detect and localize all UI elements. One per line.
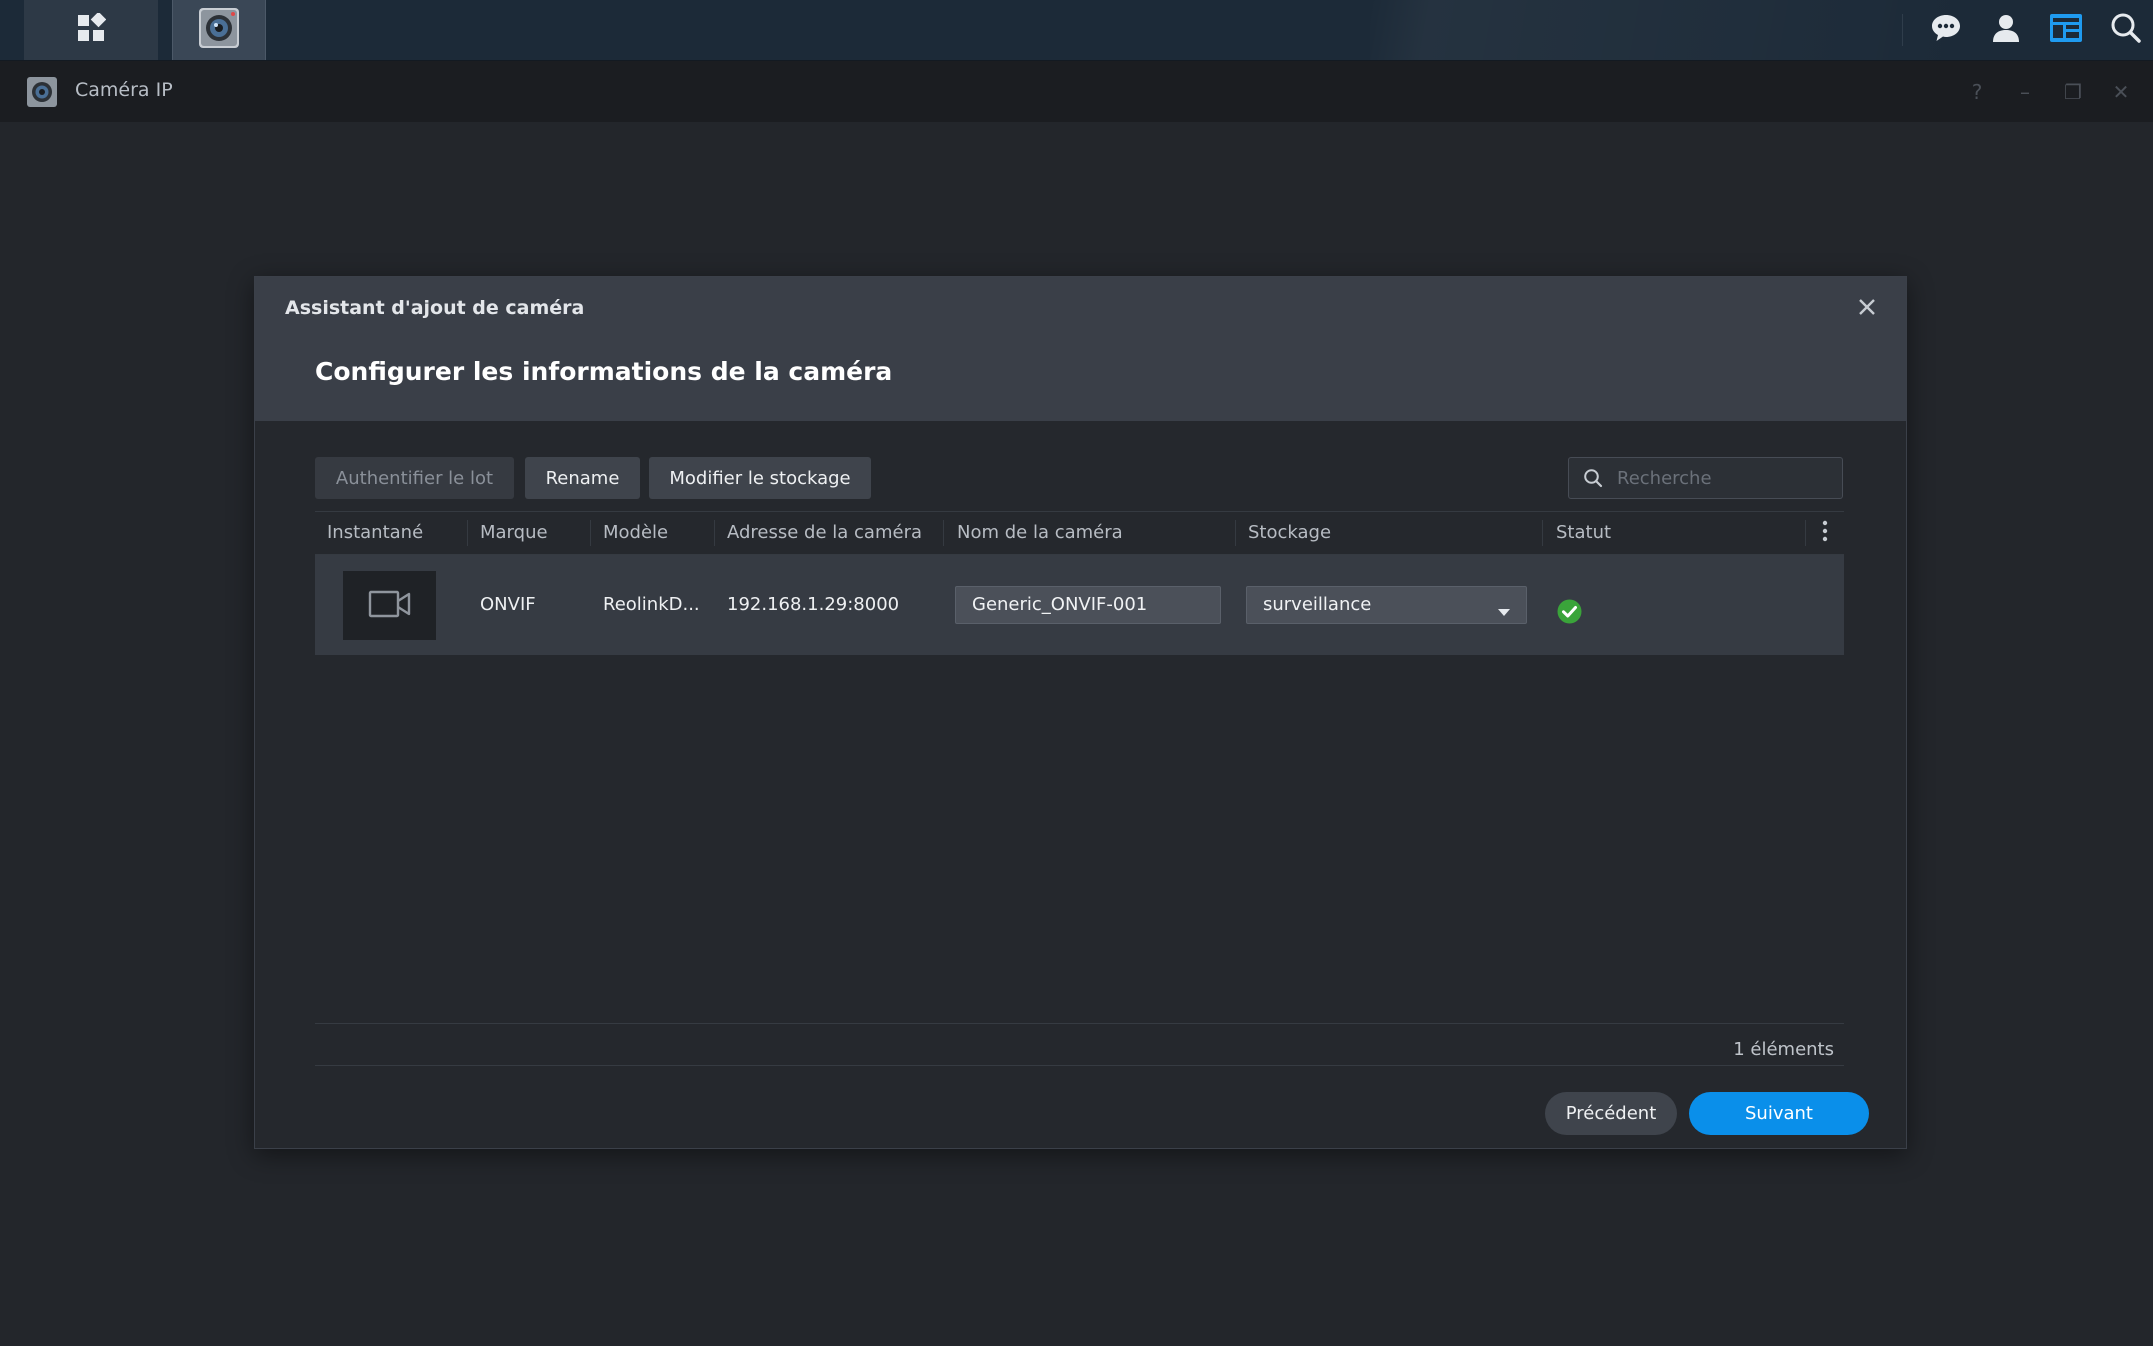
dialog-title: Assistant d'ajout de caméra	[285, 297, 585, 319]
storage-select-value: surveillance	[1263, 594, 1372, 615]
taskbar-sheen	[1370, 0, 1970, 60]
column-header-storage[interactable]: Stockage	[1236, 512, 1542, 554]
search-input[interactable]	[1617, 458, 1837, 498]
minimize-button[interactable]: –	[2012, 79, 2038, 105]
column-header-model[interactable]: Modèle	[591, 512, 714, 554]
camera-name-input[interactable]: Generic_ONVIF-001	[955, 586, 1221, 624]
next-button[interactable]: Suivant	[1689, 1092, 1869, 1135]
table-row[interactable]: ONVIF ReolinkD... 192.168.1.29:8000 Gene…	[315, 555, 1844, 655]
app-title-bar: Caméra IP ? – ❐ ✕	[0, 61, 2153, 122]
batch-authenticate-button[interactable]: Authentifier le lot	[315, 457, 514, 499]
add-camera-wizard-dialog: Assistant d'ajout de caméra Configurer l…	[254, 276, 1907, 1149]
video-camera-icon	[368, 588, 412, 624]
app-title: Caméra IP	[75, 79, 173, 101]
surveillance-app-button[interactable]	[172, 0, 266, 60]
widgets-button[interactable]	[2040, 0, 2092, 60]
help-button[interactable]: ?	[1964, 79, 1990, 105]
search-icon	[1583, 468, 1603, 492]
global-search-button[interactable]	[2100, 0, 2152, 60]
column-header-snapshot[interactable]: Instantané	[315, 512, 467, 554]
status-ok-icon	[1557, 599, 1582, 628]
divider	[315, 1065, 1844, 1066]
column-separator	[943, 520, 944, 546]
previous-button[interactable]: Précédent	[1545, 1092, 1677, 1135]
main-menu-button[interactable]	[24, 0, 158, 60]
cell-address: 192.168.1.29:8000	[727, 594, 900, 615]
column-header-brand[interactable]: Marque	[468, 512, 590, 554]
cell-model: ReolinkD...	[603, 594, 700, 615]
widgets-icon	[2049, 13, 2083, 47]
window-close-button[interactable]: ✕	[2108, 79, 2134, 105]
surveillance-camera-icon	[197, 6, 241, 54]
caret-down-icon	[1498, 602, 1510, 621]
step-title: Configurer les informations de la caméra	[315, 357, 893, 386]
dialog-close-button[interactable]	[1851, 293, 1883, 325]
search-icon	[2110, 12, 2142, 48]
notifications-button[interactable]	[1920, 0, 1972, 60]
column-options-button[interactable]	[1807, 512, 1843, 554]
cell-brand: ONVIF	[480, 594, 536, 615]
taskbar	[0, 0, 2153, 61]
camera-table: Instantané Marque Modèle Adresse de la c…	[315, 511, 1844, 655]
user-icon	[1991, 13, 2021, 47]
modify-storage-button[interactable]: Modifier le stockage	[649, 457, 871, 499]
taskbar-divider	[1902, 14, 1903, 46]
close-icon	[1858, 298, 1876, 320]
divider	[315, 1023, 1844, 1024]
user-button[interactable]	[1980, 0, 2032, 60]
restore-button[interactable]: ❐	[2060, 79, 2086, 105]
camera-snapshot	[343, 571, 436, 640]
search-box[interactable]	[1568, 457, 1843, 499]
dialog-header: Assistant d'ajout de caméra Configurer l…	[255, 277, 1906, 421]
table-header: Instantané Marque Modèle Adresse de la c…	[315, 511, 1844, 555]
column-separator	[1805, 520, 1806, 546]
apps-grid-icon	[76, 11, 107, 47]
kebab-menu-icon	[1822, 520, 1828, 546]
storage-select[interactable]: surveillance	[1246, 586, 1527, 624]
column-separator	[1542, 520, 1543, 546]
column-header-camera-name[interactable]: Nom de la caméra	[945, 512, 1235, 554]
column-header-status[interactable]: Statut	[1544, 512, 1804, 554]
column-header-address[interactable]: Adresse de la caméra	[715, 512, 943, 554]
chat-bubble-icon	[1930, 13, 1962, 47]
rename-button[interactable]: Rename	[525, 457, 640, 499]
app-camera-icon	[26, 76, 58, 112]
